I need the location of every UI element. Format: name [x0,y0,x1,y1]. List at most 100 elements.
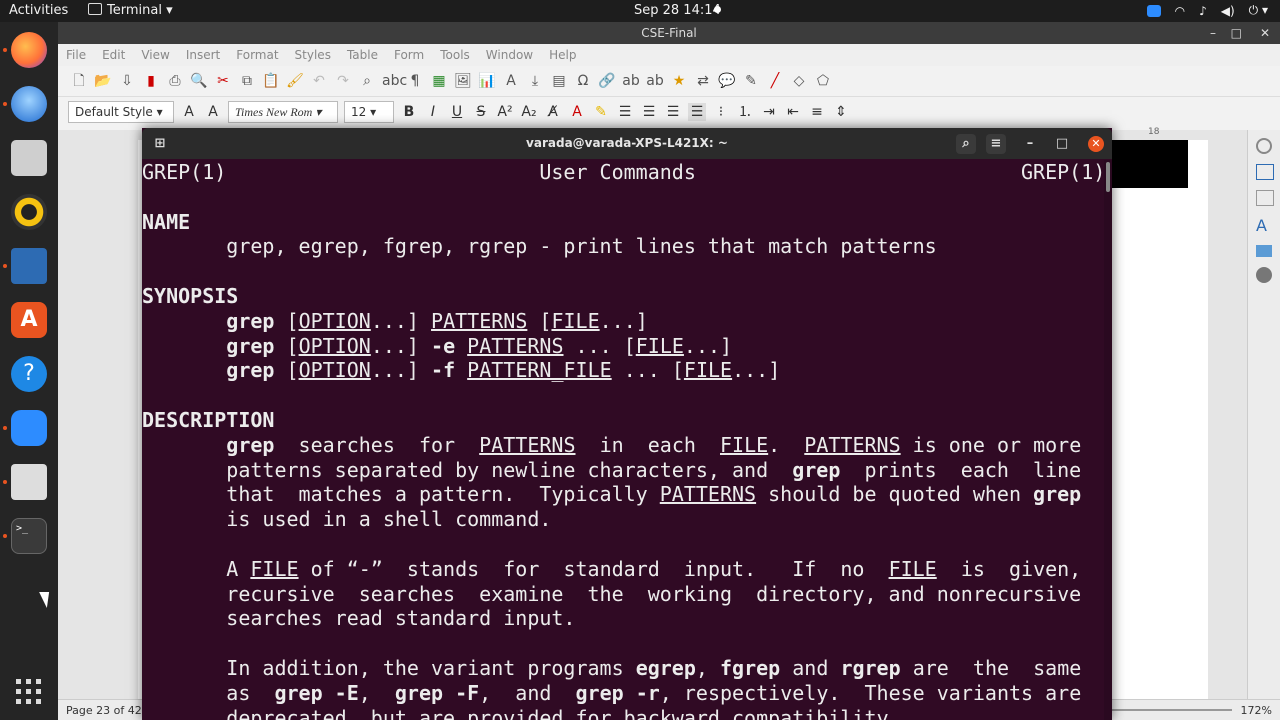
font-deck-icon[interactable]: A [1256,216,1272,235]
properties-icon[interactable] [1256,138,1272,154]
save-icon[interactable]: ⇩ [118,72,136,90]
draw-icon[interactable]: ⬠ [814,72,832,90]
cross-reference-icon[interactable]: ⇄ [694,72,712,90]
writer-menu-item[interactable]: Edit [102,48,125,62]
maximize-icon[interactable]: □ [1052,134,1072,154]
writer-menu-item[interactable]: Window [486,48,533,62]
font-size-select[interactable]: 12 ▾ [344,101,394,123]
insert-chart-icon[interactable]: 📊 [478,72,496,90]
track-changes-icon[interactable]: ✎ [742,72,760,90]
zoom-slider[interactable] [1112,709,1232,711]
underline-icon[interactable]: U [448,103,466,121]
align-left-icon[interactable]: ☰ [616,103,634,121]
scrollbar-thumb[interactable] [1106,162,1110,192]
new-document-icon[interactable]: 🗋 [70,72,88,90]
files-icon[interactable] [11,140,47,176]
page-count[interactable]: Page 23 of 42 [66,704,142,717]
redo-icon[interactable]: ↷ [334,72,352,90]
clone-formatting-icon[interactable]: 🖌 [286,72,304,90]
search-icon[interactable]: ⌕ [956,134,976,154]
clear-formatting-icon[interactable]: A̸ [544,103,562,121]
strikethrough-icon[interactable]: S [472,103,490,121]
zoom-tray-icon[interactable] [1146,4,1161,17]
close-icon[interactable]: ✕ [1088,136,1104,152]
find-replace-icon[interactable]: ⌕ [358,72,376,90]
gallery-icon[interactable] [1256,245,1272,257]
clock[interactable]: Sep 28 14:14 [634,3,721,18]
terminal-titlebar[interactable]: ⊞ varada@varada-XPS-L421X: ~ ⌕ ≡ – □ ✕ [142,128,1112,159]
cut-icon[interactable]: ✂ [214,72,232,90]
terminal-icon[interactable]: >_ [11,518,47,554]
numbering-icon[interactable]: ⒈ [736,103,754,121]
writer-menu-item[interactable]: View [141,48,169,62]
paste-icon[interactable]: 📋 [262,72,280,90]
hyperlink-icon[interactable]: 🔗 [598,72,616,90]
volume-icon[interactable]: ◀) [1221,4,1235,18]
shapes-icon[interactable]: ◇ [790,72,808,90]
comment-icon[interactable]: 💬 [718,72,736,90]
show-apps-icon[interactable] [16,678,42,704]
bold-icon[interactable]: B [400,103,418,121]
formatting-marks-icon[interactable]: ¶ [406,72,424,90]
writer-menu-item[interactable]: Format [236,48,278,62]
image-viewer-icon[interactable] [11,464,47,500]
open-icon[interactable]: 📂 [94,72,112,90]
copy-icon[interactable]: ⧉ [238,72,256,90]
line-icon[interactable]: ╱ [766,72,784,90]
insert-table-icon[interactable]: ▦ [430,72,448,90]
superscript-icon[interactable]: A² [496,103,514,121]
indent-icon[interactable]: ⇥ [760,103,778,121]
paragraph-spacing-icon[interactable]: ⇕ [832,103,850,121]
writer-menu-item[interactable]: Help [549,48,576,62]
thunderbird-icon[interactable] [11,86,47,122]
writer-menu-item[interactable]: Form [394,48,424,62]
new-tab-icon[interactable]: ⊞ [150,134,170,154]
outdent-icon[interactable]: ⇤ [784,103,802,121]
terminal-scrollbar[interactable] [1104,160,1112,720]
insert-field-icon[interactable]: ▤ [550,72,568,90]
writer-menu-item[interactable]: Styles [295,48,331,62]
page-deck-icon[interactable] [1256,164,1274,180]
writer-close-icon[interactable]: ✕ [1260,22,1270,44]
subscript-icon[interactable]: A₂ [520,103,538,121]
activities-button[interactable]: Activities [9,3,68,18]
minimize-icon[interactable]: – [1020,134,1040,154]
font-name-select[interactable]: Times New Rom ▾ [228,101,338,123]
insert-image-icon[interactable]: 🖼 [454,72,472,90]
align-center-icon[interactable]: ☰ [640,103,658,121]
help-icon[interactable]: ? [11,356,47,392]
italic-icon[interactable]: I [424,103,442,121]
print-icon[interactable]: ⎙ [166,72,184,90]
zoom-level[interactable]: 172% [1241,704,1272,717]
writer-menu-item[interactable]: Insert [186,48,220,62]
wifi-icon[interactable]: ◠ [1175,4,1185,18]
terminal-window[interactable]: ⊞ varada@varada-XPS-L421X: ~ ⌕ ≡ – □ ✕ G… [142,128,1112,720]
terminal-output[interactable]: GREP(1) User Commands GREP(1) NAME grep, … [142,160,1104,720]
writer-titlebar[interactable]: CSE-Final – □ ✕ [58,22,1280,44]
bookmark-icon[interactable]: ★ [670,72,688,90]
writer-maximize-icon[interactable]: □ [1231,22,1242,44]
styles-deck-icon[interactable] [1256,190,1274,206]
firefox-icon[interactable] [11,32,47,68]
zoom-icon[interactable] [11,410,47,446]
bullets-icon[interactable]: ⁝ [712,103,730,121]
writer-icon[interactable] [11,248,47,284]
navigator-icon[interactable] [1256,267,1272,283]
paragraph-style-select[interactable]: Default Style ▾ [68,101,174,123]
power-icon[interactable]: ⏻ ▾ [1249,3,1268,18]
writer-minimize-icon[interactable]: – [1210,22,1216,44]
footnote-icon[interactable]: ab [622,72,640,90]
highlight-icon[interactable]: ✎ [592,103,610,121]
page-break-icon[interactable]: ⤓ [526,72,544,90]
print-preview-icon[interactable]: 🔍 [190,72,208,90]
new-style-icon[interactable]: A [204,103,222,121]
endnote-icon[interactable]: ab [646,72,664,90]
rhythmbox-icon[interactable] [11,194,47,230]
special-character-icon[interactable]: Ω [574,72,592,90]
writer-menu-item[interactable]: File [66,48,86,62]
spelling-icon[interactable]: abc [382,72,407,90]
export-pdf-icon[interactable]: ▮ [142,72,160,90]
insert-textbox-icon[interactable]: A [502,72,520,90]
font-color-icon[interactable]: A [568,103,586,121]
hamburger-menu-icon[interactable]: ≡ [986,134,1006,154]
